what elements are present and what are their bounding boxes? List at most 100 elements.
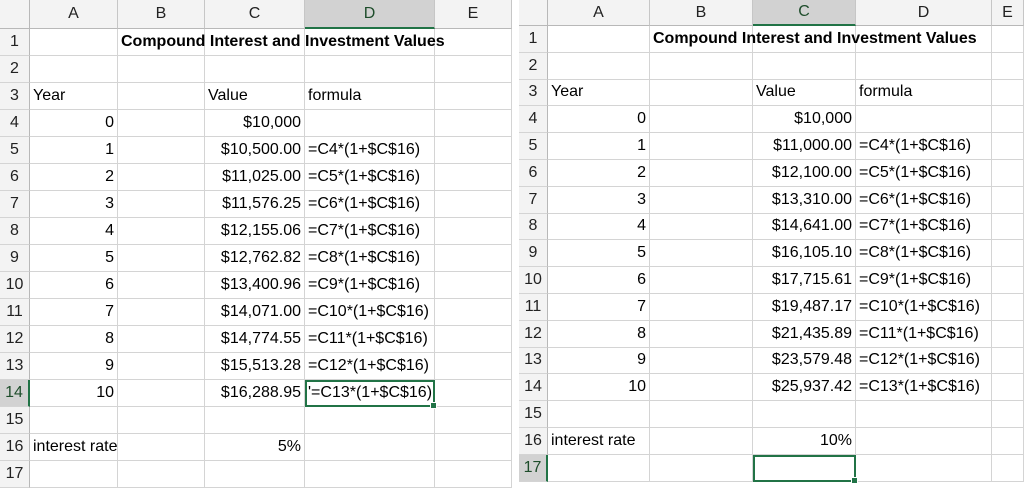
cell-e4[interactable] bbox=[992, 106, 1024, 134]
cell-c14[interactable]: $16,288.95 bbox=[205, 380, 305, 407]
cell-a14[interactable]: 10 bbox=[30, 380, 118, 407]
cell-a6[interactable]: 2 bbox=[30, 164, 118, 191]
cell-b14[interactable] bbox=[118, 380, 205, 407]
cell-e13[interactable] bbox=[992, 347, 1024, 375]
row-header-8[interactable]: 8 bbox=[519, 213, 548, 241]
cell-d9[interactable]: =C8*(1+$C$16) bbox=[305, 245, 435, 272]
cell-d4[interactable] bbox=[305, 110, 435, 137]
cell-a12[interactable]: 8 bbox=[548, 320, 650, 348]
cell-c9[interactable]: $16,105.10 bbox=[753, 240, 856, 268]
cell-e10[interactable] bbox=[992, 267, 1024, 294]
cell-b17[interactable] bbox=[650, 454, 753, 482]
cell-c15[interactable] bbox=[753, 401, 856, 428]
cell-d7[interactable]: =C6*(1+$C$16) bbox=[305, 191, 435, 218]
cell-d3[interactable]: formula bbox=[856, 79, 992, 107]
cell-b15[interactable] bbox=[650, 401, 753, 428]
cell-c13[interactable]: $15,513.28 bbox=[205, 353, 305, 380]
row-header-1[interactable]: 1 bbox=[0, 29, 30, 56]
column-header-a[interactable]: A bbox=[548, 0, 650, 26]
row-header-11[interactable]: 11 bbox=[0, 299, 30, 326]
cell-e6[interactable] bbox=[435, 164, 512, 191]
cell-d3[interactable]: formula bbox=[305, 83, 435, 110]
cell-b11[interactable] bbox=[650, 294, 753, 321]
cell-c2[interactable] bbox=[753, 52, 856, 80]
column-header-a[interactable]: A bbox=[30, 0, 118, 29]
column-header-d[interactable]: D bbox=[305, 0, 435, 29]
cell-b9[interactable] bbox=[650, 240, 753, 268]
cell-a9[interactable]: 5 bbox=[30, 245, 118, 272]
cell-a8[interactable]: 4 bbox=[30, 218, 118, 245]
row-header-4[interactable]: 4 bbox=[519, 106, 548, 134]
cell-b4[interactable] bbox=[650, 106, 753, 134]
cell-e16[interactable] bbox=[992, 428, 1024, 455]
row-header-2[interactable]: 2 bbox=[519, 52, 548, 80]
cell-a15[interactable] bbox=[30, 407, 118, 434]
cell-a7[interactable]: 3 bbox=[548, 186, 650, 214]
cell-d13[interactable]: =C12*(1+$C$16) bbox=[856, 347, 992, 375]
cell-e12[interactable] bbox=[992, 320, 1024, 348]
cell-d17[interactable] bbox=[305, 461, 435, 488]
cell-a17[interactable] bbox=[548, 454, 650, 482]
cell-b14[interactable] bbox=[650, 374, 753, 402]
row-header-5[interactable]: 5 bbox=[519, 133, 548, 160]
cell-e8[interactable] bbox=[435, 218, 512, 245]
cell-e17[interactable] bbox=[435, 461, 512, 488]
cell-d13[interactable]: =C12*(1+$C$16) bbox=[305, 353, 435, 380]
cell-c6[interactable]: $12,100.00 bbox=[753, 160, 856, 187]
cell-d9[interactable]: =C8*(1+$C$16) bbox=[856, 240, 992, 268]
cell-a13[interactable]: 9 bbox=[548, 347, 650, 375]
cell-c12[interactable]: $14,774.55 bbox=[205, 326, 305, 353]
cell-e14[interactable] bbox=[435, 380, 512, 407]
cell-a12[interactable]: 8 bbox=[30, 326, 118, 353]
cell-c8[interactable]: $14,641.00 bbox=[753, 213, 856, 241]
cell-c6[interactable]: $11,025.00 bbox=[205, 164, 305, 191]
cell-b3[interactable] bbox=[650, 79, 753, 107]
cell-d12[interactable]: =C11*(1+$C$16) bbox=[856, 320, 992, 348]
cell-e10[interactable] bbox=[435, 272, 512, 299]
cell-a2[interactable] bbox=[548, 52, 650, 80]
cell-b1[interactable]: Compound Interest and Investment Values bbox=[650, 26, 977, 53]
cell-a1[interactable] bbox=[30, 29, 118, 56]
cell-b1[interactable]: Compound Interest and Investment Values bbox=[118, 29, 445, 56]
column-header-b[interactable]: B bbox=[118, 0, 205, 29]
cell-e3[interactable] bbox=[992, 79, 1024, 107]
cell-d15[interactable] bbox=[305, 407, 435, 434]
row-header-16[interactable]: 16 bbox=[0, 434, 30, 461]
cell-b16[interactable] bbox=[118, 434, 205, 461]
cell-b4[interactable] bbox=[118, 110, 205, 137]
cell-c10[interactable]: $13,400.96 bbox=[205, 272, 305, 299]
cell-d17[interactable] bbox=[856, 454, 992, 482]
cell-b2[interactable] bbox=[650, 52, 753, 80]
cell-b7[interactable] bbox=[118, 191, 205, 218]
cell-d8[interactable]: =C7*(1+$C$16) bbox=[856, 213, 992, 241]
cell-c11[interactable]: $14,071.00 bbox=[205, 299, 305, 326]
cell-e7[interactable] bbox=[992, 186, 1024, 214]
cell-c17[interactable] bbox=[753, 454, 858, 484]
row-header-3[interactable]: 3 bbox=[519, 79, 548, 107]
cell-e1[interactable] bbox=[435, 29, 512, 56]
cell-c9[interactable]: $12,762.82 bbox=[205, 245, 305, 272]
cell-a10[interactable]: 6 bbox=[30, 272, 118, 299]
row-header-1[interactable]: 1 bbox=[519, 26, 548, 53]
cell-d14[interactable]: =C13*(1+$C$16) bbox=[856, 374, 992, 402]
cell-a8[interactable]: 4 bbox=[548, 213, 650, 241]
cell-d5[interactable]: =C4*(1+$C$16) bbox=[856, 133, 992, 160]
cell-e7[interactable] bbox=[435, 191, 512, 218]
row-header-14[interactable]: 14 bbox=[519, 374, 548, 402]
row-header-17[interactable]: 17 bbox=[519, 454, 548, 482]
cell-b5[interactable] bbox=[650, 133, 753, 160]
cell-e11[interactable] bbox=[435, 299, 512, 326]
cell-e3[interactable] bbox=[435, 83, 512, 110]
cell-c4[interactable]: $10,000 bbox=[205, 110, 305, 137]
cell-b2[interactable] bbox=[118, 56, 205, 83]
cell-e8[interactable] bbox=[992, 213, 1024, 241]
cell-b12[interactable] bbox=[118, 326, 205, 353]
row-header-9[interactable]: 9 bbox=[0, 245, 30, 272]
column-header-b[interactable]: B bbox=[650, 0, 753, 26]
cell-c13[interactable]: $23,579.48 bbox=[753, 347, 856, 375]
column-header-c[interactable]: C bbox=[753, 0, 856, 26]
row-header-6[interactable]: 6 bbox=[519, 160, 548, 187]
row-header-15[interactable]: 15 bbox=[0, 407, 30, 434]
cell-b13[interactable] bbox=[118, 353, 205, 380]
cell-e1[interactable] bbox=[992, 26, 1024, 53]
